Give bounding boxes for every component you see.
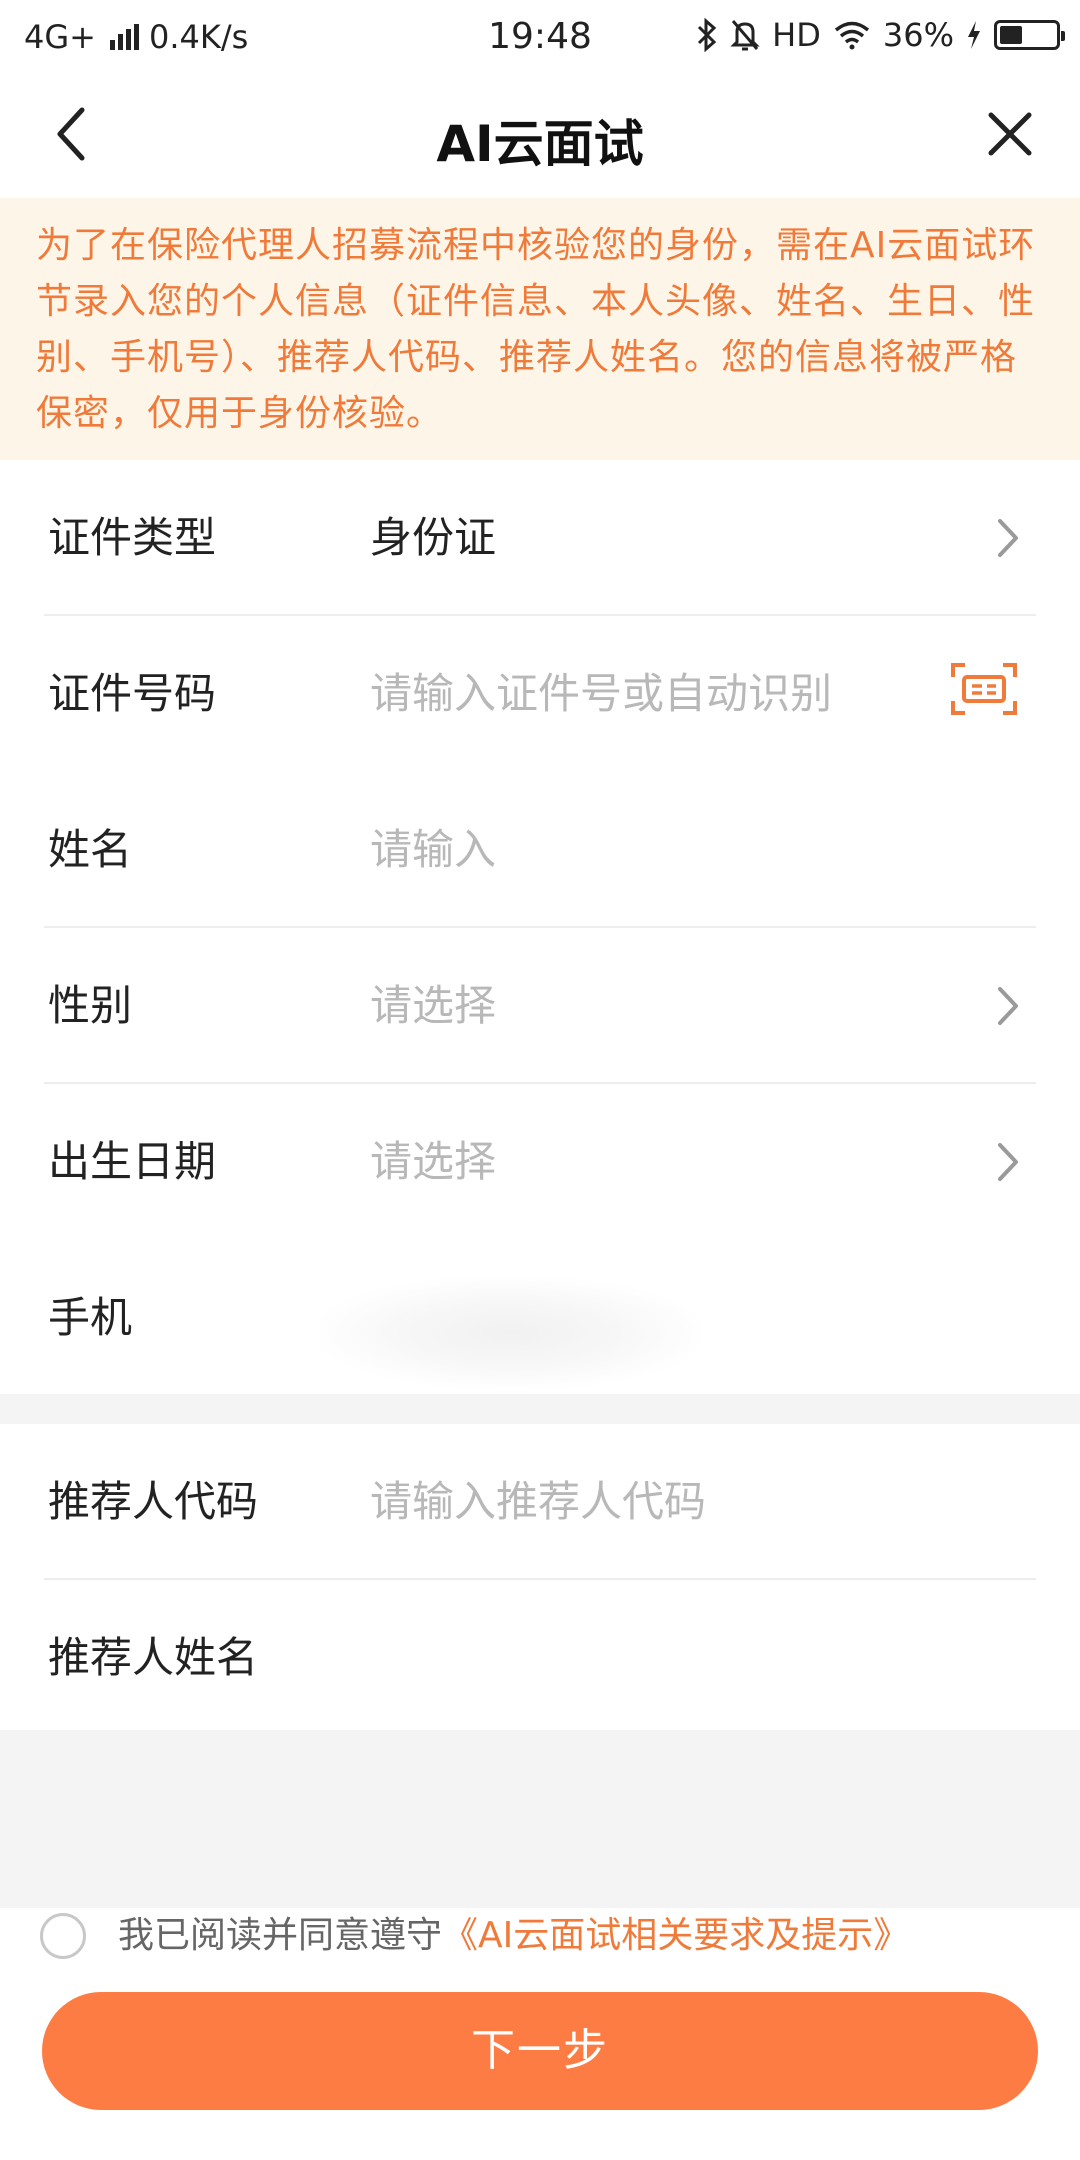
battery-level — [1000, 26, 1022, 44]
close-button[interactable] — [970, 94, 1050, 174]
status-right: HD 36% — [696, 16, 1065, 54]
section-separator — [0, 1394, 1080, 1424]
agreement-checkbox[interactable] — [40, 1913, 86, 1959]
referrer-name-row: 推荐人姓名 — [0, 1580, 1080, 1736]
gender-label: 性别 — [48, 981, 133, 1030]
ai-interview-form-screen: 4G+ 0.4K/s 19:48 HD 36% AI云面试 为了在保险代理人招募… — [0, 0, 1080, 2160]
bottom-filler — [0, 1730, 1080, 1908]
privacy-notice: 为了在保险代理人招募流程中核验您的身份，需在AI云面试环节录入您的个人信息（证件… — [0, 198, 1080, 460]
battery-icon — [994, 20, 1065, 50]
id-number-label: 证件号码 — [48, 669, 217, 718]
page-title: AI云面试 — [436, 115, 644, 173]
referrer-code-label: 推荐人代码 — [48, 1477, 259, 1526]
privacy-notice-text: 为了在保险代理人招募流程中核验您的身份，需在AI云面试环节录入您的个人信息（证件… — [36, 225, 1036, 434]
name-label: 姓名 — [48, 825, 133, 874]
id-type-row[interactable]: 证件类型 身份证 — [0, 460, 1080, 616]
battery-percent: 36% — [882, 16, 954, 54]
referrer-section: 推荐人代码 请输入推荐人代码 推荐人姓名 — [0, 1424, 1080, 1730]
gender-select[interactable]: 请选择 — [370, 928, 496, 1084]
charging-icon — [968, 21, 980, 49]
referrer-code-input[interactable]: 请输入推荐人代码 — [370, 1424, 706, 1580]
bluetooth-icon — [698, 18, 717, 52]
referrer-name-label: 推荐人姓名 — [48, 1633, 259, 1682]
close-icon — [988, 112, 1032, 156]
wifi-icon — [834, 21, 869, 50]
id-number-input[interactable]: 请输入证件号或自动识别 — [370, 616, 832, 772]
gender-row[interactable]: 性别 请选择 — [0, 928, 1080, 1084]
name-input[interactable]: 请输入 — [370, 772, 496, 928]
phone-label: 手机 — [48, 1293, 133, 1342]
personal-info-section: 证件类型 身份证 证件号码 请输入证件号或自动识别 姓名 请输入 性别 请选择 … — [0, 460, 1080, 1394]
id-type-value: 身份证 — [370, 513, 497, 562]
agreement-row: 我已阅读并同意遵守《AI云面试相关要求及提示》 — [0, 1905, 1080, 1975]
id-number-row: 证件号码 请输入证件号或自动识别 — [0, 616, 1080, 772]
next-step-button[interactable]: 下一步 — [42, 1992, 1038, 2110]
agreement-link[interactable]: 《AI云面试相关要求及提示》 — [442, 1915, 909, 1956]
mute-bell-icon — [730, 20, 760, 51]
referrer-code-row: 推荐人代码 请输入推荐人代码 — [0, 1424, 1080, 1580]
id-type-label: 证件类型 — [48, 513, 217, 562]
birth-date-label: 出生日期 — [48, 1137, 217, 1186]
birth-date-row[interactable]: 出生日期 请选择 — [0, 1084, 1080, 1240]
nav-header: AI云面试 — [0, 72, 1080, 196]
birth-date-select[interactable]: 请选择 — [370, 1084, 496, 1240]
chevron-right-icon — [998, 987, 1018, 1025]
redacted-phone-value[interactable] — [320, 1278, 700, 1388]
referrer-name-input[interactable] — [370, 1580, 970, 1736]
chevron-right-icon — [998, 1143, 1018, 1181]
status-bar: 4G+ 0.4K/s 19:48 HD 36% — [0, 0, 1080, 72]
agreement-text: 我已阅读并同意遵守《AI云面试相关要求及提示》 — [118, 1905, 909, 1967]
name-row: 姓名 请输入 — [0, 772, 1080, 928]
agreement-prefix: 我已阅读并同意遵守 — [118, 1915, 443, 1956]
chevron-right-icon — [998, 519, 1018, 557]
hd-indicator: HD — [772, 16, 821, 54]
id-scan-icon[interactable] — [950, 661, 1018, 717]
